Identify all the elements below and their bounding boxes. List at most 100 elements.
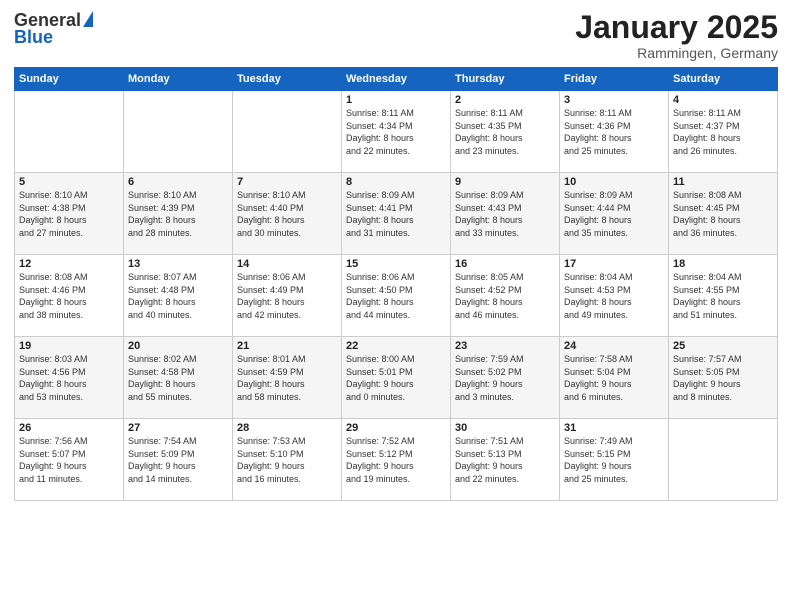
- day-number: 5: [19, 176, 119, 188]
- day-cell: 31Sunrise: 7:49 AM Sunset: 5:15 PM Dayli…: [560, 419, 669, 501]
- day-number: 19: [19, 340, 119, 352]
- day-info: Sunrise: 7:59 AM Sunset: 5:02 PM Dayligh…: [455, 353, 555, 403]
- day-number: 21: [237, 340, 337, 352]
- day-number: 10: [564, 176, 664, 188]
- day-number: 8: [346, 176, 446, 188]
- col-wednesday: Wednesday: [342, 68, 451, 91]
- logo: General Blue: [14, 10, 93, 48]
- day-number: 3: [564, 94, 664, 106]
- day-number: 13: [128, 258, 228, 270]
- day-cell: 10Sunrise: 8:09 AM Sunset: 4:44 PM Dayli…: [560, 173, 669, 255]
- day-info: Sunrise: 8:11 AM Sunset: 4:36 PM Dayligh…: [564, 107, 664, 157]
- day-cell: 15Sunrise: 8:06 AM Sunset: 4:50 PM Dayli…: [342, 255, 451, 337]
- day-info: Sunrise: 7:54 AM Sunset: 5:09 PM Dayligh…: [128, 435, 228, 485]
- day-info: Sunrise: 7:51 AM Sunset: 5:13 PM Dayligh…: [455, 435, 555, 485]
- day-cell: 13Sunrise: 8:07 AM Sunset: 4:48 PM Dayli…: [124, 255, 233, 337]
- header-row: Sunday Monday Tuesday Wednesday Thursday…: [15, 68, 778, 91]
- day-number: 22: [346, 340, 446, 352]
- day-info: Sunrise: 8:11 AM Sunset: 4:35 PM Dayligh…: [455, 107, 555, 157]
- day-info: Sunrise: 8:06 AM Sunset: 4:49 PM Dayligh…: [237, 271, 337, 321]
- day-cell: 21Sunrise: 8:01 AM Sunset: 4:59 PM Dayli…: [233, 337, 342, 419]
- day-info: Sunrise: 8:03 AM Sunset: 4:56 PM Dayligh…: [19, 353, 119, 403]
- day-number: 15: [346, 258, 446, 270]
- day-info: Sunrise: 8:06 AM Sunset: 4:50 PM Dayligh…: [346, 271, 446, 321]
- day-number: 18: [673, 258, 773, 270]
- day-cell: 22Sunrise: 8:00 AM Sunset: 5:01 PM Dayli…: [342, 337, 451, 419]
- day-number: 26: [19, 422, 119, 434]
- day-number: 9: [455, 176, 555, 188]
- logo-arrow-icon: [83, 11, 93, 27]
- day-cell: 24Sunrise: 7:58 AM Sunset: 5:04 PM Dayli…: [560, 337, 669, 419]
- day-info: Sunrise: 8:09 AM Sunset: 4:43 PM Dayligh…: [455, 189, 555, 239]
- day-cell: 20Sunrise: 8:02 AM Sunset: 4:58 PM Dayli…: [124, 337, 233, 419]
- day-number: 12: [19, 258, 119, 270]
- title-area: January 2025 Rammingen, Germany: [575, 10, 778, 61]
- day-info: Sunrise: 8:04 AM Sunset: 4:53 PM Dayligh…: [564, 271, 664, 321]
- week-row-3: 12Sunrise: 8:08 AM Sunset: 4:46 PM Dayli…: [15, 255, 778, 337]
- day-cell: 9Sunrise: 8:09 AM Sunset: 4:43 PM Daylig…: [451, 173, 560, 255]
- day-cell: 25Sunrise: 7:57 AM Sunset: 5:05 PM Dayli…: [669, 337, 778, 419]
- day-info: Sunrise: 8:07 AM Sunset: 4:48 PM Dayligh…: [128, 271, 228, 321]
- day-cell: 28Sunrise: 7:53 AM Sunset: 5:10 PM Dayli…: [233, 419, 342, 501]
- day-info: Sunrise: 8:10 AM Sunset: 4:38 PM Dayligh…: [19, 189, 119, 239]
- day-number: 16: [455, 258, 555, 270]
- day-cell: 14Sunrise: 8:06 AM Sunset: 4:49 PM Dayli…: [233, 255, 342, 337]
- day-cell: 8Sunrise: 8:09 AM Sunset: 4:41 PM Daylig…: [342, 173, 451, 255]
- day-cell: 3Sunrise: 8:11 AM Sunset: 4:36 PM Daylig…: [560, 91, 669, 173]
- day-cell: 30Sunrise: 7:51 AM Sunset: 5:13 PM Dayli…: [451, 419, 560, 501]
- week-row-4: 19Sunrise: 8:03 AM Sunset: 4:56 PM Dayli…: [15, 337, 778, 419]
- day-number: 29: [346, 422, 446, 434]
- day-cell: 26Sunrise: 7:56 AM Sunset: 5:07 PM Dayli…: [15, 419, 124, 501]
- day-info: Sunrise: 8:02 AM Sunset: 4:58 PM Dayligh…: [128, 353, 228, 403]
- calendar-page: General Blue January 2025 Rammingen, Ger…: [0, 0, 792, 612]
- day-cell: 11Sunrise: 8:08 AM Sunset: 4:45 PM Dayli…: [669, 173, 778, 255]
- calendar-table: Sunday Monday Tuesday Wednesday Thursday…: [14, 67, 778, 501]
- week-row-5: 26Sunrise: 7:56 AM Sunset: 5:07 PM Dayli…: [15, 419, 778, 501]
- day-info: Sunrise: 7:56 AM Sunset: 5:07 PM Dayligh…: [19, 435, 119, 485]
- day-info: Sunrise: 7:58 AM Sunset: 5:04 PM Dayligh…: [564, 353, 664, 403]
- day-number: 28: [237, 422, 337, 434]
- day-cell: [15, 91, 124, 173]
- week-row-1: 1Sunrise: 8:11 AM Sunset: 4:34 PM Daylig…: [15, 91, 778, 173]
- day-cell: 19Sunrise: 8:03 AM Sunset: 4:56 PM Dayli…: [15, 337, 124, 419]
- col-friday: Friday: [560, 68, 669, 91]
- day-cell: [669, 419, 778, 501]
- day-info: Sunrise: 8:11 AM Sunset: 4:34 PM Dayligh…: [346, 107, 446, 157]
- day-number: 30: [455, 422, 555, 434]
- day-number: 23: [455, 340, 555, 352]
- day-info: Sunrise: 8:01 AM Sunset: 4:59 PM Dayligh…: [237, 353, 337, 403]
- day-number: 24: [564, 340, 664, 352]
- day-cell: 4Sunrise: 8:11 AM Sunset: 4:37 PM Daylig…: [669, 91, 778, 173]
- day-cell: 18Sunrise: 8:04 AM Sunset: 4:55 PM Dayli…: [669, 255, 778, 337]
- day-info: Sunrise: 8:08 AM Sunset: 4:45 PM Dayligh…: [673, 189, 773, 239]
- day-number: 17: [564, 258, 664, 270]
- week-row-2: 5Sunrise: 8:10 AM Sunset: 4:38 PM Daylig…: [15, 173, 778, 255]
- day-info: Sunrise: 8:00 AM Sunset: 5:01 PM Dayligh…: [346, 353, 446, 403]
- col-sunday: Sunday: [15, 68, 124, 91]
- col-monday: Monday: [124, 68, 233, 91]
- day-cell: 12Sunrise: 8:08 AM Sunset: 4:46 PM Dayli…: [15, 255, 124, 337]
- day-cell: 23Sunrise: 7:59 AM Sunset: 5:02 PM Dayli…: [451, 337, 560, 419]
- col-thursday: Thursday: [451, 68, 560, 91]
- day-cell: 7Sunrise: 8:10 AM Sunset: 4:40 PM Daylig…: [233, 173, 342, 255]
- day-number: 11: [673, 176, 773, 188]
- day-cell: 29Sunrise: 7:52 AM Sunset: 5:12 PM Dayli…: [342, 419, 451, 501]
- day-info: Sunrise: 8:09 AM Sunset: 4:41 PM Dayligh…: [346, 189, 446, 239]
- col-tuesday: Tuesday: [233, 68, 342, 91]
- day-cell: [124, 91, 233, 173]
- day-cell: 1Sunrise: 8:11 AM Sunset: 4:34 PM Daylig…: [342, 91, 451, 173]
- month-title: January 2025: [575, 10, 778, 45]
- day-number: 7: [237, 176, 337, 188]
- day-number: 1: [346, 94, 446, 106]
- day-number: 27: [128, 422, 228, 434]
- day-info: Sunrise: 8:08 AM Sunset: 4:46 PM Dayligh…: [19, 271, 119, 321]
- day-number: 31: [564, 422, 664, 434]
- day-number: 2: [455, 94, 555, 106]
- day-info: Sunrise: 8:10 AM Sunset: 4:39 PM Dayligh…: [128, 189, 228, 239]
- header: General Blue January 2025 Rammingen, Ger…: [14, 10, 778, 61]
- day-info: Sunrise: 8:09 AM Sunset: 4:44 PM Dayligh…: [564, 189, 664, 239]
- day-info: Sunrise: 7:53 AM Sunset: 5:10 PM Dayligh…: [237, 435, 337, 485]
- day-number: 6: [128, 176, 228, 188]
- day-info: Sunrise: 7:52 AM Sunset: 5:12 PM Dayligh…: [346, 435, 446, 485]
- day-info: Sunrise: 8:10 AM Sunset: 4:40 PM Dayligh…: [237, 189, 337, 239]
